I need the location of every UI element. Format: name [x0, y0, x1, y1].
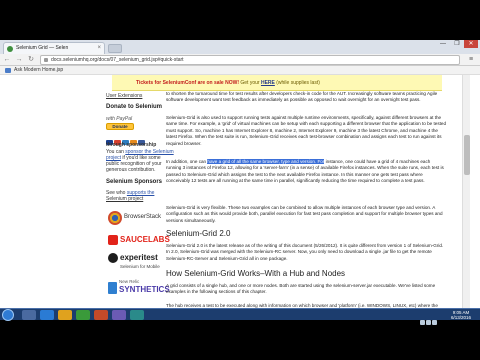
- sponsor-sub: Selenium for Mobile: [120, 264, 160, 269]
- page-info-icon: [44, 58, 48, 62]
- sidebar: User Extensions Donate to Selenium with …: [102, 91, 174, 320]
- new-tab-button[interactable]: [108, 44, 122, 53]
- section-heading-hub-nodes: How Selenium-Grid Works–With a Hub and N…: [166, 269, 346, 278]
- paragraph-same-browser: In addition, one can have a grid of all …: [166, 159, 446, 185]
- browser-tab[interactable]: Selenium Grid — Selen ×: [3, 42, 105, 54]
- paragraph-runtime-environments: Selenium-Grid is also used to support ru…: [166, 115, 446, 146]
- sponsor-name: BrowserStack: [124, 214, 162, 220]
- url-input[interactable]: docs.seleniumhq.org/docs/07_selenium_gri…: [40, 55, 460, 65]
- donate-heading: Donate to Selenium: [106, 104, 163, 110]
- browser-menu-button[interactable]: ≡: [466, 55, 476, 65]
- desktop-screen: Selenium Grid — Selen × — ❐ ✕ ← → ↻ docs…: [0, 40, 480, 320]
- app-taskbar-icon[interactable]: [112, 310, 126, 320]
- bookmarks-bar: Ask Modern Home.jsp: [0, 66, 480, 75]
- volume-icon[interactable]: [426, 320, 431, 325]
- address-bar: ← → ↻ docs.seleniumhq.org/docs/07_seleni…: [0, 54, 480, 66]
- sponsors-heading: Selenium Sponsors: [106, 179, 163, 185]
- bookmark-icon: [5, 68, 11, 73]
- chrome-taskbar-icon[interactable]: [76, 310, 90, 320]
- new-relic-logo-icon: [108, 282, 117, 294]
- sponsor-browserstack[interactable]: BrowserStack: [108, 209, 161, 229]
- maximize-button[interactable]: ❐: [450, 40, 464, 48]
- sponsor-name: experitest: [120, 253, 158, 262]
- saucelabs-logo-icon: [108, 235, 118, 245]
- sidebar-link-user-extensions[interactable]: User Extensions: [106, 93, 142, 99]
- browserstack-logo-icon: [108, 211, 122, 225]
- paypal-label: with PayPal: [106, 116, 133, 122]
- paragraph-grid2: Selenium-Grid 2.0 is the latest release …: [166, 243, 444, 261]
- app-taskbar-icon[interactable]: [130, 310, 144, 320]
- section-heading-grid2: Selenium-Grid 2.0: [166, 229, 231, 238]
- start-button[interactable]: [2, 309, 14, 321]
- paragraph-turnaround: to shorten the turnaround time for test …: [166, 91, 438, 103]
- paragraph-hub: A grid consists of a single hub, and one…: [166, 283, 436, 295]
- banner-lead: Tickets for SeleniumConf are on sale NOW…: [136, 80, 239, 86]
- tab-strip: Selenium Grid — Selen × — ❐ ✕: [0, 40, 480, 54]
- sponsor-saucelabs[interactable]: SAUCELABS: [108, 233, 170, 249]
- sponsor-name: SAUCELABS: [120, 235, 170, 244]
- web-page: Tickets for SeleniumConf are on sale NOW…: [0, 75, 480, 320]
- banner-link[interactable]: HERE: [261, 80, 275, 86]
- page-scrollbar[interactable]: [462, 75, 470, 320]
- bookmark-item[interactable]: Ask Modern Home.jsp: [14, 67, 63, 73]
- paragraph-flexible: Selenium-Grid is very flexible. These tw…: [166, 205, 443, 223]
- flag-icon[interactable]: [432, 320, 437, 325]
- selected-text: have a grid of all the same browser, typ…: [207, 159, 325, 164]
- payment-cards: [106, 132, 148, 145]
- sponsor-name: SYNTHETICS: [119, 285, 170, 294]
- sponsor-synthetics[interactable]: New Relic SYNTHETICS: [108, 279, 170, 299]
- experitest-logo-icon: [108, 253, 118, 263]
- see-who-link-2[interactable]: Selenium project: [106, 196, 143, 202]
- article-content: to shorten the turnaround time for test …: [166, 91, 448, 320]
- reload-button[interactable]: ↻: [26, 55, 36, 65]
- conference-banner: Tickets for SeleniumConf are on sale NOW…: [112, 75, 442, 91]
- banner-mid: Get your: [239, 80, 261, 86]
- clock-date: 6/13/2016: [450, 315, 472, 320]
- ie-taskbar-icon[interactable]: [40, 310, 54, 320]
- video-frame: Selenium Grid — Selen × — ❐ ✕ ← → ↻ docs…: [0, 0, 480, 360]
- app-taskbar-icon[interactable]: [94, 310, 108, 320]
- banner-tail: (while supplies last): [274, 80, 320, 86]
- donate-button[interactable]: Donate: [106, 123, 134, 130]
- scrollbar-thumb[interactable]: [464, 135, 470, 175]
- system-tray[interactable]: [420, 312, 442, 325]
- close-window-button[interactable]: ✕: [464, 40, 478, 48]
- explorer-taskbar-icon[interactable]: [22, 310, 36, 320]
- paragraph-text: In addition, one can: [166, 159, 208, 164]
- windows-taskbar: 9:05 AM 6/13/2016: [0, 308, 480, 325]
- network-icon[interactable]: [420, 320, 425, 325]
- minimize-button[interactable]: —: [436, 40, 450, 48]
- selenium-favicon-icon: [7, 46, 13, 52]
- forward-button[interactable]: →: [14, 55, 24, 65]
- tab-title: Selenium Grid — Selen: [16, 45, 69, 51]
- url-text: docs.seleniumhq.org/docs/07_selenium_gri…: [51, 57, 184, 63]
- sponsorship-label: through sponsorship: [106, 142, 157, 148]
- folder-taskbar-icon[interactable]: [58, 310, 72, 320]
- sponsor-text-5: generous contribution.: [106, 167, 156, 173]
- taskbar-clock[interactable]: 9:05 AM 6/13/2016: [444, 310, 478, 320]
- tab-close-icon[interactable]: ×: [97, 43, 101, 54]
- back-button[interactable]: ←: [2, 55, 12, 65]
- sponsor-experitest[interactable]: experitest Selenium for Mobile: [108, 253, 161, 275]
- sponsor-sub: New Relic: [119, 279, 140, 284]
